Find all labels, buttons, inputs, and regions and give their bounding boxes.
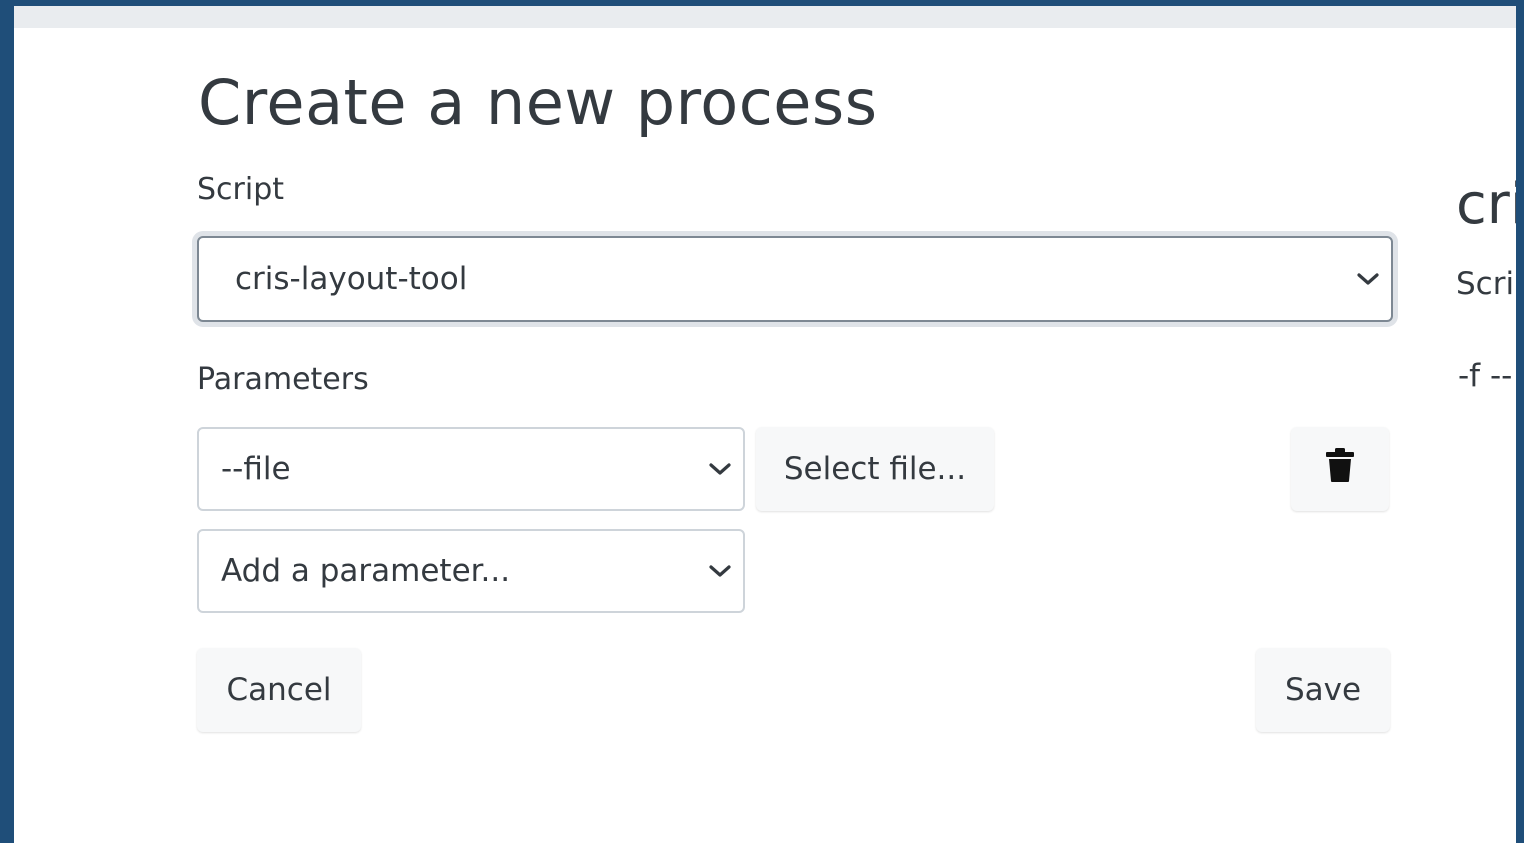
trash-icon [1325, 447, 1355, 491]
side-panel-parameters: -f -- [1458, 358, 1513, 394]
select-file-button[interactable]: Select file... [756, 427, 994, 511]
script-label: Script [197, 172, 285, 207]
parameter-name-select[interactable]: --file [197, 427, 745, 511]
cancel-button[interactable]: Cancel [197, 648, 361, 732]
side-panel-script-label: Scri [1456, 266, 1515, 302]
top-strip [14, 6, 1516, 28]
add-parameter-placeholder: Add a parameter... [221, 553, 511, 589]
app-frame: Create a new process Script cris-layout-… [14, 6, 1516, 843]
side-panel-title: cri [1456, 172, 1516, 237]
add-parameter-select[interactable]: Add a parameter... [197, 529, 745, 613]
script-select-value: cris-layout-tool [235, 261, 468, 297]
delete-parameter-button[interactable] [1291, 427, 1389, 511]
chevron-down-icon [1351, 271, 1385, 287]
save-button[interactable]: Save [1256, 648, 1390, 732]
script-select[interactable]: cris-layout-tool [197, 236, 1393, 322]
parameters-label: Parameters [197, 362, 369, 397]
chevron-down-icon [703, 461, 737, 477]
parameter-name-value: --file [221, 451, 291, 487]
page-title: Create a new process [198, 66, 878, 139]
chevron-down-icon [703, 563, 737, 579]
